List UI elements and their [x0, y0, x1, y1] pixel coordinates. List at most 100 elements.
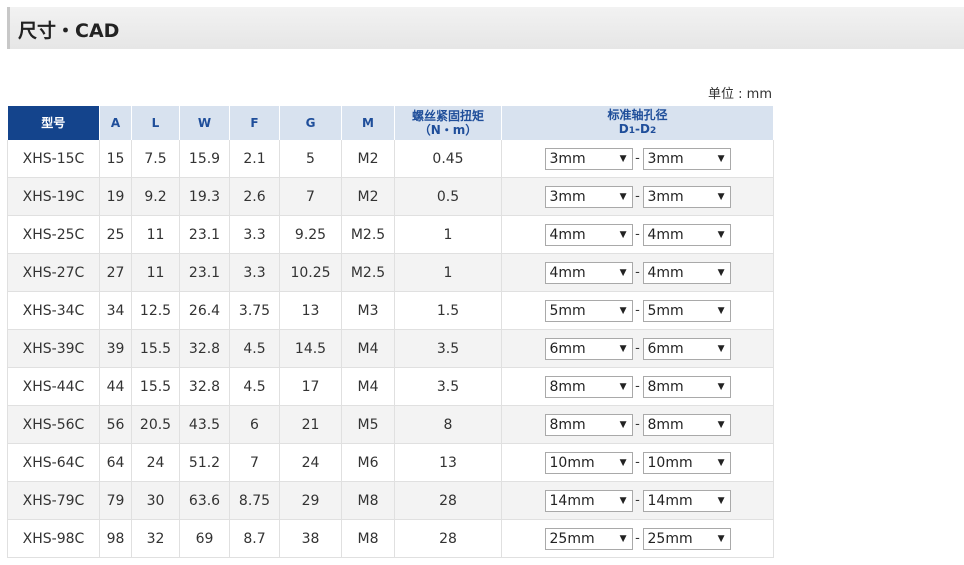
cell-model: XHS-44C: [7, 367, 100, 406]
dropdown-arrow-icon: ▼: [619, 381, 627, 392]
cell-l: 12.5: [131, 291, 180, 330]
header-bore-sub2: 2: [649, 126, 657, 136]
table-row: XHS-44C 44 15.5 32.8 4.5 17 M4 3.5 8mm ▼ -8mm ▼: [7, 367, 774, 406]
cell-a: 64: [99, 443, 132, 482]
header-torque-line1: 螺丝紧固扭矩: [411, 109, 484, 123]
cell-bore: 4mm ▼ -4mm ▼: [501, 215, 774, 254]
cell-l: 15.5: [131, 329, 180, 368]
cell-model: XHS-19C: [7, 177, 100, 216]
cell-l: 7.5: [131, 140, 180, 178]
cell-a: 39: [99, 329, 132, 368]
d1-select[interactable]: 14mm ▼: [544, 489, 633, 512]
cell-a: 44: [99, 367, 132, 406]
d1-select[interactable]: 4mm ▼: [544, 223, 633, 246]
d1-select-value: 3mm: [549, 150, 586, 167]
d1-select[interactable]: 25mm ▼: [544, 527, 633, 550]
cell-model: XHS-64C: [7, 443, 100, 482]
unit-note: 单位 : mm: [708, 87, 772, 102]
d2-select[interactable]: 8mm ▼: [642, 375, 731, 398]
cell-w: 19.3: [179, 177, 230, 216]
d1-select-value: 25mm: [549, 530, 595, 547]
cell-f: 4.5: [229, 329, 280, 368]
header-a: A: [99, 106, 132, 140]
d1-select[interactable]: 3mm ▼: [544, 185, 633, 208]
table-row: XHS-39C 39 15.5 32.8 4.5 14.5 M4 3.5 6mm ▼ -6mm ▼: [7, 329, 774, 368]
cell-a: 56: [99, 405, 132, 444]
header-m: M: [341, 106, 395, 140]
cell-g: 7: [279, 177, 342, 216]
dropdown-arrow-icon: ▼: [717, 457, 725, 468]
cell-m: M4: [341, 367, 395, 406]
cell-torque: 3.5: [394, 329, 502, 368]
bore-separator: -: [635, 455, 640, 470]
cell-f: 3.3: [229, 253, 280, 292]
header-bore-line2: D1-D2: [502, 122, 773, 138]
bore-separator: -: [635, 227, 640, 242]
cell-torque: 1.5: [394, 291, 502, 330]
cell-torque: 3.5: [394, 367, 502, 406]
header-bore-d: D: [618, 122, 629, 136]
d1-select-value: 3mm: [549, 188, 586, 205]
d2-select-value: 8mm: [647, 378, 684, 395]
cell-bore: 3mm ▼ -3mm ▼: [501, 177, 774, 216]
cell-g: 5: [279, 140, 342, 178]
d2-select[interactable]: 6mm ▼: [642, 337, 731, 360]
cell-g: 29: [279, 481, 342, 520]
header-g: G: [279, 106, 342, 140]
cell-a: 15: [99, 140, 132, 178]
d2-select[interactable]: 5mm ▼: [642, 299, 731, 322]
d2-select[interactable]: 3mm ▼: [642, 185, 731, 208]
dropdown-arrow-icon: ▼: [717, 191, 725, 202]
bore-separator: -: [635, 151, 640, 166]
d1-select[interactable]: 8mm ▼: [544, 413, 633, 436]
d2-select-value: 25mm: [647, 530, 693, 547]
d1-select[interactable]: 6mm ▼: [544, 337, 633, 360]
table-row: XHS-25C 25 11 23.1 3.3 9.25 M2.5 1 4mm ▼ -4mm ▼: [7, 215, 774, 254]
d1-select[interactable]: 8mm ▼: [544, 375, 633, 398]
cell-model: XHS-15C: [7, 140, 100, 178]
dropdown-arrow-icon: ▼: [717, 153, 725, 164]
d2-select[interactable]: 8mm ▼: [642, 413, 731, 436]
cell-m: M6: [341, 443, 395, 482]
cell-g: 38: [279, 519, 342, 558]
d1-select[interactable]: 5mm ▼: [544, 299, 633, 322]
cell-torque: 1: [394, 253, 502, 292]
cell-torque: 1: [394, 215, 502, 254]
d2-select-value: 8mm: [647, 416, 684, 433]
d2-select[interactable]: 25mm ▼: [642, 527, 731, 550]
cell-g: 10.25: [279, 253, 342, 292]
cell-m: M8: [341, 519, 395, 558]
d2-select[interactable]: 10mm ▼: [642, 451, 731, 474]
d2-select[interactable]: 3mm ▼: [642, 147, 731, 170]
header-bore: 标准轴孔径 D1-D2: [501, 106, 774, 140]
cell-f: 2.1: [229, 140, 280, 178]
cell-m: M5: [341, 405, 395, 444]
cell-l: 20.5: [131, 405, 180, 444]
cell-torque: 28: [394, 481, 502, 520]
cell-f: 3.3: [229, 215, 280, 254]
cell-l: 11: [131, 215, 180, 254]
dropdown-arrow-icon: ▼: [619, 343, 627, 354]
d2-select-value: 4mm: [647, 226, 684, 243]
d2-select[interactable]: 4mm ▼: [642, 223, 731, 246]
d1-select[interactable]: 3mm ▼: [544, 147, 633, 170]
cell-w: 43.5: [179, 405, 230, 444]
d1-select[interactable]: 4mm ▼: [544, 261, 633, 284]
d1-select-value: 8mm: [549, 378, 586, 395]
cell-m: M2.5: [341, 253, 395, 292]
bore-separator: -: [635, 379, 640, 394]
d2-select[interactable]: 14mm ▼: [642, 489, 731, 512]
cell-w: 23.1: [179, 253, 230, 292]
cell-m: M3: [341, 291, 395, 330]
dropdown-arrow-icon: ▼: [619, 229, 627, 240]
cell-torque: 13: [394, 443, 502, 482]
section-title: 尺寸・CAD: [18, 20, 120, 42]
cell-model: XHS-39C: [7, 329, 100, 368]
cell-w: 32.8: [179, 329, 230, 368]
table-row: XHS-79C 79 30 63.6 8.75 29 M8 28 14mm ▼ -14mm ▼: [7, 481, 774, 520]
cell-w: 26.4: [179, 291, 230, 330]
cell-m: M2: [341, 177, 395, 216]
d2-select[interactable]: 4mm ▼: [642, 261, 731, 284]
table-row: XHS-64C 64 24 51.2 7 24 M6 13 10mm ▼ -10mm ▼: [7, 443, 774, 482]
d1-select[interactable]: 10mm ▼: [544, 451, 633, 474]
